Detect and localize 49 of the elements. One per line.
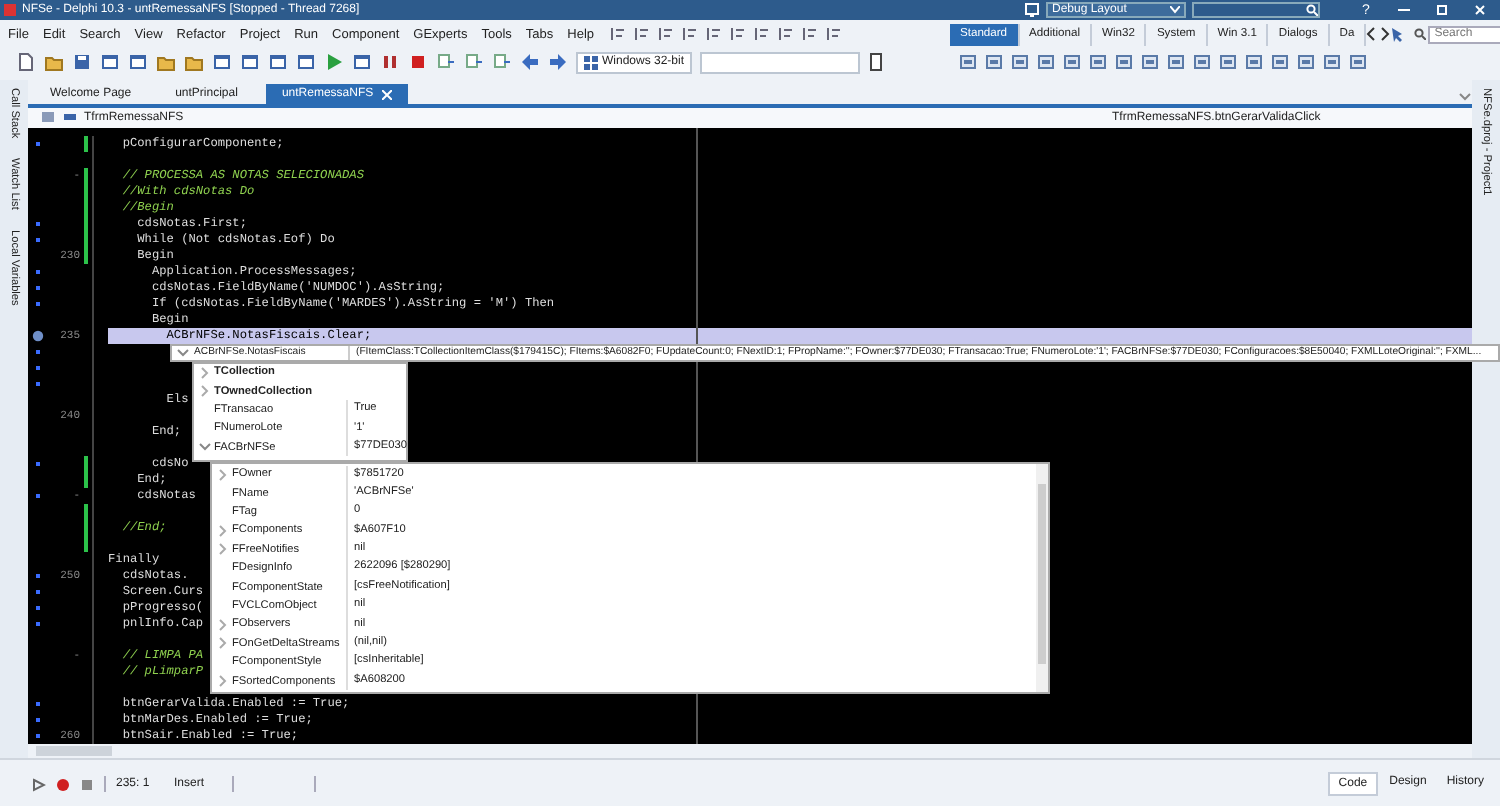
play-outline-icon[interactable] <box>32 777 46 791</box>
record-icon[interactable] <box>56 777 70 791</box>
layout-icon[interactable] <box>1024 2 1040 18</box>
right-chevron-icon[interactable] <box>1378 26 1391 42</box>
align-icon[interactable] <box>608 24 629 44</box>
chevron-down-icon[interactable] <box>197 440 211 455</box>
caret-icon[interactable] <box>1170 6 1180 14</box>
align-icon[interactable] <box>704 24 725 44</box>
align-icon[interactable] <box>632 24 653 44</box>
chevron-down-icon[interactable] <box>176 345 190 360</box>
document-icon[interactable] <box>16 52 36 72</box>
align-icon[interactable] <box>656 24 677 44</box>
right-arrow-icon[interactable] <box>548 52 568 72</box>
stop-icon[interactable] <box>80 777 94 791</box>
search-field[interactable] <box>1192 2 1320 18</box>
pointer-icon[interactable] <box>1390 26 1407 42</box>
window-icon[interactable] <box>296 52 316 72</box>
device-icon[interactable] <box>868 52 885 72</box>
folder-icon[interactable] <box>44 52 64 72</box>
window-icon[interactable] <box>128 52 148 72</box>
left-chevron-icon[interactable] <box>1366 26 1379 42</box>
window-icon[interactable] <box>240 52 260 72</box>
window-icon[interactable] <box>268 52 288 72</box>
app-icon <box>4 4 16 16</box>
close-icon[interactable] <box>381 89 392 100</box>
align-icon[interactable] <box>728 24 749 44</box>
pause-icon[interactable] <box>380 52 400 72</box>
stop-icon[interactable] <box>408 52 428 72</box>
search-icon <box>1414 28 1427 40</box>
left-arrow-icon[interactable] <box>520 52 540 72</box>
step-icon[interactable] <box>492 52 512 72</box>
step-icon[interactable] <box>436 52 456 72</box>
search-icon[interactable] <box>1306 4 1318 16</box>
align-icon[interactable] <box>752 24 773 44</box>
window-icon[interactable] <box>100 52 120 72</box>
align-icon[interactable] <box>824 24 845 44</box>
window-icon[interactable] <box>212 52 232 72</box>
step-icon[interactable] <box>464 52 484 72</box>
align-icon[interactable] <box>776 24 797 44</box>
chevron-down-icon[interactable] <box>1458 90 1472 105</box>
align-icon[interactable] <box>680 24 701 44</box>
run-icon[interactable] <box>324 52 344 72</box>
grid-icon <box>584 55 598 69</box>
align-icon[interactable] <box>800 24 821 44</box>
class-icon[interactable] <box>40 110 56 125</box>
scrollbar-thumb[interactable] <box>36 745 112 756</box>
window-icon[interactable] <box>352 52 372 72</box>
floppy-icon[interactable] <box>72 52 92 72</box>
scrollbar[interactable] <box>1036 463 1048 692</box>
